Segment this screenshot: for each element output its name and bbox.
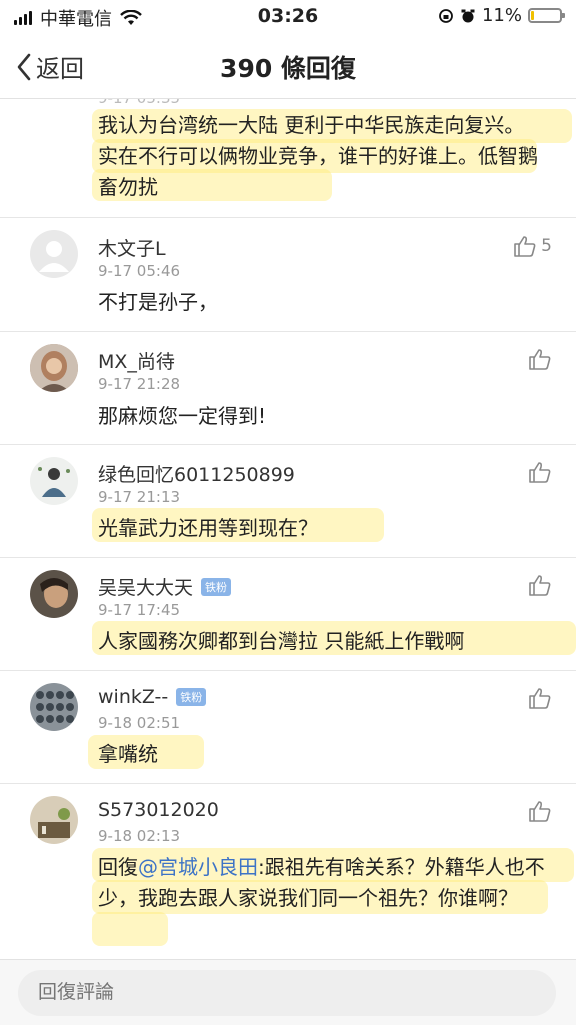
like-button[interactable] [528, 461, 552, 483]
comment-time: 9-18 02:13 [98, 827, 181, 845]
reply-prefix: 回復 [98, 855, 138, 879]
like-button[interactable] [528, 800, 552, 822]
user-photo [30, 457, 78, 505]
default-avatar-icon [30, 230, 78, 278]
like-button[interactable] [528, 348, 552, 370]
comment-time: 9-17 05:46 [98, 262, 181, 280]
comment-list[interactable]: 9-17 05:35 我认为台湾统一大陆 更利于中华民族走向复兴。实在不行可以俩… [0, 99, 576, 959]
highlight-mark [92, 912, 168, 946]
thumbs-up-icon [529, 462, 551, 483]
username[interactable]: 绿色回忆6011250899 [98, 460, 295, 487]
username[interactable]: 吴吴大大天 铁粉 [98, 573, 232, 600]
avatar[interactable] [30, 683, 78, 731]
status-bar: 中華電信 03:26 11% [0, 0, 576, 32]
comment-item[interactable]: 9-17 05:35 我认为台湾统一大陆 更利于中华民族走向复兴。实在不行可以俩… [0, 99, 576, 218]
like-button[interactable]: 5 [513, 235, 552, 257]
username[interactable]: 木文子L [98, 234, 166, 261]
comment-item[interactable]: S573012020 9-18 02:13 回復@宫城小良田:跟祖先有啥关系？外… [0, 784, 576, 959]
avatar[interactable] [30, 796, 78, 844]
thumbs-up-icon [529, 349, 551, 370]
comment-text: 那麻烦您一定得到! [98, 404, 267, 428]
like-button[interactable] [528, 574, 552, 596]
reply-input[interactable] [18, 970, 556, 1016]
page-title: 390 條回復 [220, 54, 356, 83]
comment-text: 光靠武力还用等到现在？ [98, 516, 318, 540]
alarm-icon [461, 9, 475, 22]
user-photo [30, 683, 78, 731]
nav-bar: 返回 390 條回復 [0, 32, 576, 99]
comment-item[interactable]: 吴吴大大天 铁粉 9-17 17:45 人家國務次卿都到台灣拉 只能紙上作戰啊 [0, 558, 576, 671]
mention-link[interactable]: @宫城小良田 [138, 855, 258, 879]
comment-time: 9-17 21:13 [98, 488, 181, 506]
comment-item[interactable]: 木文子L 9-17 05:46 不打是孙子， 5 [0, 218, 576, 332]
thumbs-up-icon [529, 575, 551, 596]
comment-time: 9-17 17:45 [98, 601, 181, 619]
comment-text: 回復@宫城小良田:跟祖先有啥关系？外籍华人也不少，我跑去跟人家说我们同一个祖先？… [98, 852, 550, 914]
avatar[interactable] [30, 570, 78, 618]
reply-bar [0, 959, 576, 1025]
user-photo [30, 344, 78, 392]
username[interactable]: winkZ-- 铁粉 [98, 686, 207, 708]
avatar[interactable] [30, 457, 78, 505]
comment-item[interactable]: MX_尚待 9-17 21:28 那麻烦您一定得到! [0, 332, 576, 445]
comment-text: 人家國務次卿都到台灣拉 只能紙上作戰啊 [98, 629, 465, 653]
comment-text: 不打是孙子， [98, 290, 218, 314]
comment-time: 9-17 21:28 [98, 375, 181, 393]
thumbs-up-icon [529, 801, 551, 822]
comment-item[interactable]: 绿色回忆6011250899 9-17 21:13 光靠武力还用等到现在？ [0, 445, 576, 558]
user-photo [30, 796, 78, 844]
fan-badge: 铁粉 [201, 577, 232, 596]
avatar[interactable] [30, 344, 78, 392]
fan-badge: 铁粉 [176, 688, 207, 706]
battery-icon [528, 8, 565, 23]
comment-text: 拿嘴统 [98, 742, 158, 766]
comment-time: 9-17 05:35 [98, 99, 180, 107]
username[interactable]: MX_尚待 [98, 347, 175, 374]
rotation-lock-icon [439, 8, 453, 23]
thumbs-up-icon [529, 688, 551, 709]
thumbs-up-icon [514, 236, 536, 257]
comment-item[interactable]: winkZ-- 铁粉 9-18 02:51 拿嘴统 [0, 671, 576, 784]
like-count: 5 [541, 236, 552, 256]
avatar[interactable] [30, 230, 78, 278]
status-right: 11% [438, 5, 565, 26]
like-button[interactable] [528, 687, 552, 709]
comment-text: 我认为台湾统一大陆 更利于中华民族走向复兴。实在不行可以俩物业竞争，谁干的好谁上… [98, 113, 538, 199]
user-photo [30, 570, 78, 618]
comment-time: 9-18 02:51 [98, 714, 181, 732]
battery-percent: 11% [481, 5, 522, 26]
username[interactable]: S573012020 [98, 799, 219, 821]
